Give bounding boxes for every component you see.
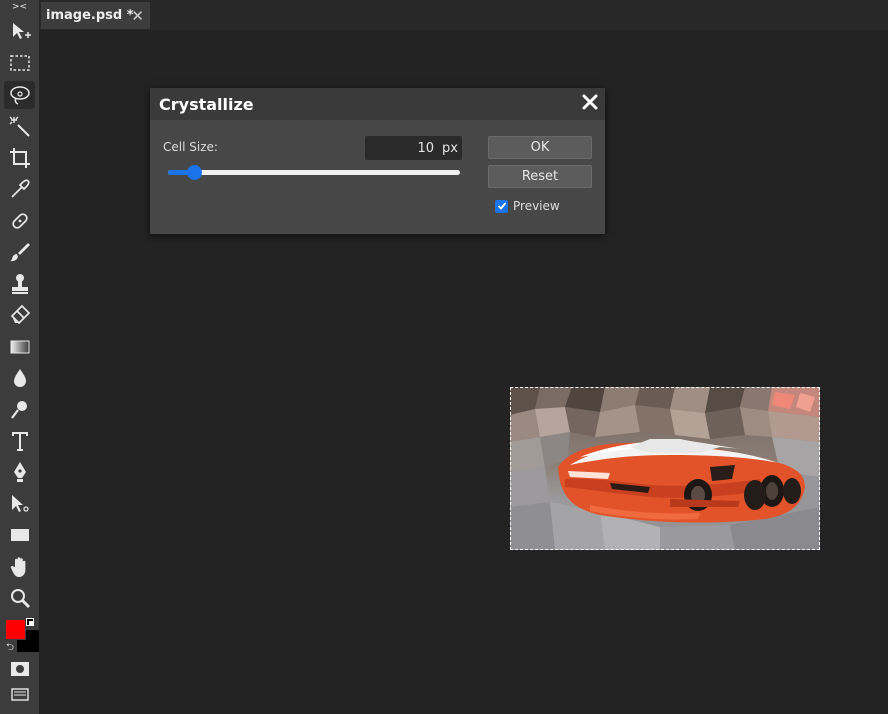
tab-image-psd[interactable]: image.psd * ✕ (41, 2, 150, 29)
close-icon[interactable] (581, 93, 599, 111)
document-canvas[interactable] (510, 387, 820, 550)
move-tool-icon[interactable] (4, 18, 35, 46)
crystallize-dialog: Crystallize Cell Size: 10 px OK Reset Pr… (150, 88, 605, 234)
reset-button[interactable]: Reset (488, 165, 592, 188)
cell-size-input[interactable]: 10 px (365, 136, 462, 160)
foreground-color-swatch[interactable] (5, 619, 26, 640)
healing-brush-icon[interactable] (4, 207, 35, 235)
color-swatches: ⮌ (2, 616, 39, 654)
document-tab-bar: image.psd * ✕ (39, 0, 888, 30)
dodge-icon[interactable] (4, 395, 35, 423)
tab-title: image.psd * (46, 8, 134, 23)
blur-drop-icon[interactable] (4, 364, 35, 392)
screen-mode-icon[interactable] (4, 680, 35, 708)
path-select-icon[interactable] (4, 490, 35, 518)
cell-size-slider[interactable] (168, 165, 460, 180)
quick-mask-icon[interactable] (4, 655, 35, 683)
default-colors-icon[interactable] (26, 618, 34, 626)
zoom-icon[interactable] (4, 584, 35, 612)
slider-thumb[interactable] (187, 165, 203, 180)
lasso-select-icon[interactable] (4, 81, 35, 109)
rectangle-select-icon[interactable] (4, 49, 35, 77)
cell-size-label: Cell Size: (163, 140, 218, 154)
dialog-header[interactable]: Crystallize (150, 88, 605, 120)
crop-icon[interactable] (4, 144, 35, 172)
clone-stamp-icon[interactable] (4, 270, 35, 298)
tool-panel: >< ⮌ (0, 0, 39, 714)
preview-checkbox[interactable] (495, 199, 508, 213)
hand-icon[interactable] (4, 553, 35, 581)
shape-rectangle-icon[interactable] (4, 521, 35, 549)
preview-option[interactable]: Preview (495, 199, 560, 213)
pen-icon[interactable] (4, 458, 35, 486)
photo-editor-window: >< ⮌ image.psd * ✕ Crystallize Cell Size… (0, 0, 888, 714)
brush-icon[interactable] (4, 238, 35, 266)
collapse-panel-icon[interactable]: >< (0, 2, 39, 12)
checkmark-icon (497, 202, 506, 210)
preview-label: Preview (513, 199, 560, 213)
cell-size-unit: px (442, 140, 458, 156)
eraser-icon[interactable] (4, 301, 35, 329)
ok-button[interactable]: OK (488, 136, 592, 159)
magic-wand-icon[interactable] (4, 113, 35, 141)
type-icon[interactable] (4, 427, 35, 455)
dialog-title: Crystallize (159, 95, 254, 114)
crystallized-car-image (510, 387, 820, 550)
eyedropper-icon[interactable] (4, 175, 35, 203)
cell-size-value[interactable]: 10 (418, 141, 435, 156)
gradient-icon[interactable] (4, 333, 35, 361)
close-icon[interactable]: ✕ (131, 7, 144, 25)
